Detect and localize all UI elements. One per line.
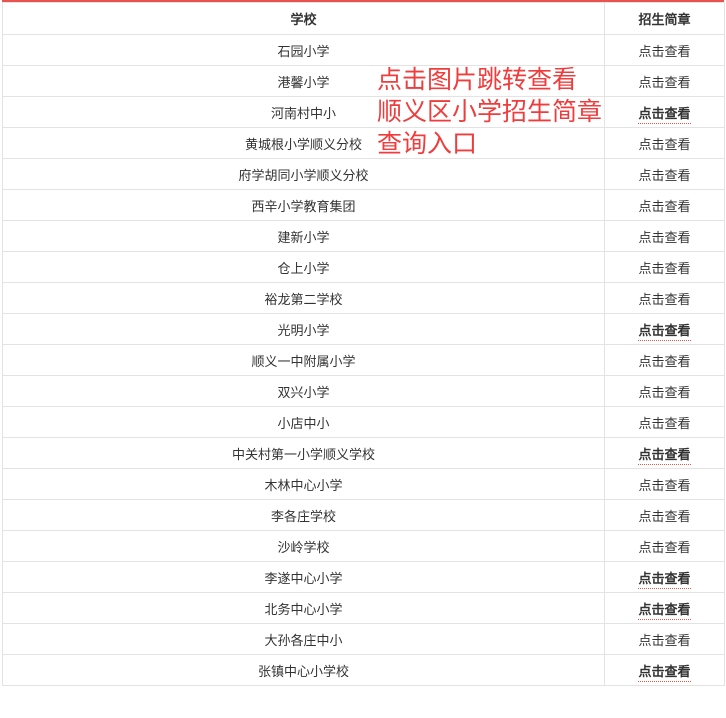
view-brochure-link[interactable]: 点击查看 xyxy=(638,106,691,124)
school-name: 大孙各庄中小 xyxy=(2,623,605,655)
brochure-link-cell: 点击查看 xyxy=(604,468,725,500)
brochure-link-cell: 点击查看 xyxy=(604,158,725,190)
promo-overlay-text[interactable]: 点击图片跳转查看 顺义区小学招生简章 查询入口 xyxy=(377,64,602,160)
view-brochure-link[interactable]: 点击查看 xyxy=(638,510,690,525)
school-name: 中关村第一小学顺义学校 xyxy=(2,437,605,469)
brochure-link-cell: 点击查看 xyxy=(604,375,725,407)
school-name: 光明小学 xyxy=(2,313,605,345)
view-brochure-link[interactable]: 点击查看 xyxy=(638,664,691,682)
table-row: 李各庄学校 点击查看 xyxy=(2,499,725,531)
overlay-line: 顺义区小学招生简章 xyxy=(377,97,603,126)
brochure-link-cell: 点击查看 xyxy=(604,220,725,252)
overlay-line: 查询入口 xyxy=(377,129,478,158)
table-row: 裕龙第二学校 点击查看 xyxy=(2,282,725,314)
brochure-link-cell: 点击查看 xyxy=(604,127,725,159)
view-brochure-link[interactable]: 点击查看 xyxy=(638,355,690,370)
table-row: 河南村中小 点击查看 xyxy=(2,96,725,128)
brochure-link-cell: 点击查看 xyxy=(604,437,725,469)
table-row: 西辛小学教育集团 点击查看 xyxy=(2,189,725,221)
header-school: 学校 xyxy=(2,2,605,35)
view-brochure-link[interactable]: 点击查看 xyxy=(638,76,690,91)
header-brochure: 招生简章 xyxy=(604,2,725,35)
brochure-link-cell: 点击查看 xyxy=(604,96,725,128)
view-brochure-link[interactable]: 点击查看 xyxy=(638,45,690,60)
school-name: 府学胡同小学顺义分校 xyxy=(2,158,605,190)
view-brochure-link[interactable]: 点击查看 xyxy=(638,138,690,153)
school-name: 李遂中心小学 xyxy=(2,561,605,593)
brochure-link-cell: 点击查看 xyxy=(604,251,725,283)
table-row: 石园小学 点击查看 xyxy=(2,34,725,66)
brochure-link-cell: 点击查看 xyxy=(604,189,725,221)
table-row: 光明小学 点击查看 xyxy=(2,313,725,345)
overlay-line: 点击图片跳转查看 xyxy=(377,65,578,94)
table-row: 建新小学 点击查看 xyxy=(2,220,725,252)
table-row: 小店中小 点击查看 xyxy=(2,406,725,438)
table-row: 沙岭学校 点击查看 xyxy=(2,530,725,562)
school-name: 石园小学 xyxy=(2,34,605,66)
brochure-link-cell: 点击查看 xyxy=(604,344,725,376)
table-row: 双兴小学 点击查看 xyxy=(2,375,725,407)
brochure-link-cell: 点击查看 xyxy=(604,654,725,686)
view-brochure-link[interactable]: 点击查看 xyxy=(638,169,690,184)
table-row: 大孙各庄中小 点击查看 xyxy=(2,623,725,655)
table-header-row: 学校 招生简章 xyxy=(2,2,725,35)
view-brochure-link[interactable]: 点击查看 xyxy=(638,200,690,215)
table-row: 木林中心小学 点击查看 xyxy=(2,468,725,500)
brochure-link-cell: 点击查看 xyxy=(604,561,725,593)
school-name: 沙岭学校 xyxy=(2,530,605,562)
table-row: 黄城根小学顺义分校 点击查看 xyxy=(2,127,725,159)
school-name: 裕龙第二学校 xyxy=(2,282,605,314)
table-row: 仓上小学 点击查看 xyxy=(2,251,725,283)
view-brochure-link[interactable]: 点击查看 xyxy=(638,293,690,308)
view-brochure-link[interactable]: 点击查看 xyxy=(638,386,690,401)
view-brochure-link[interactable]: 点击查看 xyxy=(638,479,690,494)
school-name: 张镇中心小学校 xyxy=(2,654,605,686)
table-row: 港馨小学 点击查看 xyxy=(2,65,725,97)
brochure-link-cell: 点击查看 xyxy=(604,406,725,438)
table-row: 北务中心小学 点击查看 xyxy=(2,592,725,624)
school-name: 仓上小学 xyxy=(2,251,605,283)
view-brochure-link[interactable]: 点击查看 xyxy=(638,571,691,589)
brochure-link-cell: 点击查看 xyxy=(604,592,725,624)
admissions-table: 学校 招生简章 石园小学 点击查看 港馨小学 点击查看 河南村中小 点击查看 黄城根小学顺义… xyxy=(2,2,725,686)
table-row: 李遂中心小学 点击查看 xyxy=(2,561,725,593)
brochure-link-cell: 点击查看 xyxy=(604,313,725,345)
school-name: 顺义一中附属小学 xyxy=(2,344,605,376)
view-brochure-link[interactable]: 点击查看 xyxy=(638,602,691,620)
school-name: 北务中心小学 xyxy=(2,592,605,624)
table-row: 中关村第一小学顺义学校 点击查看 xyxy=(2,437,725,469)
table-row: 府学胡同小学顺义分校 点击查看 xyxy=(2,158,725,190)
school-name: 双兴小学 xyxy=(2,375,605,407)
school-name: 西辛小学教育集团 xyxy=(2,189,605,221)
view-brochure-link[interactable]: 点击查看 xyxy=(638,417,690,432)
brochure-link-cell: 点击查看 xyxy=(604,623,725,655)
table-row: 顺义一中附属小学 点击查看 xyxy=(2,344,725,376)
school-name: 木林中心小学 xyxy=(2,468,605,500)
school-name: 小店中小 xyxy=(2,406,605,438)
view-brochure-link[interactable]: 点击查看 xyxy=(638,634,690,649)
brochure-link-cell: 点击查看 xyxy=(604,530,725,562)
view-brochure-link[interactable]: 点击查看 xyxy=(638,323,691,341)
admissions-table-container: 学校 招生简章 石园小学 点击查看 港馨小学 点击查看 河南村中小 点击查看 黄城根小学顺义… xyxy=(2,0,725,686)
school-name: 建新小学 xyxy=(2,220,605,252)
view-brochure-link[interactable]: 点击查看 xyxy=(638,262,690,277)
brochure-link-cell: 点击查看 xyxy=(604,34,725,66)
table-body: 石园小学 点击查看 港馨小学 点击查看 河南村中小 点击查看 黄城根小学顺义分校 点击查看 府学… xyxy=(2,34,725,686)
school-name: 李各庄学校 xyxy=(2,499,605,531)
brochure-link-cell: 点击查看 xyxy=(604,282,725,314)
view-brochure-link[interactable]: 点击查看 xyxy=(638,541,690,556)
table-row: 张镇中心小学校 点击查看 xyxy=(2,654,725,686)
brochure-link-cell: 点击查看 xyxy=(604,499,725,531)
brochure-link-cell: 点击查看 xyxy=(604,65,725,97)
view-brochure-link[interactable]: 点击查看 xyxy=(638,231,690,246)
view-brochure-link[interactable]: 点击查看 xyxy=(638,447,691,465)
